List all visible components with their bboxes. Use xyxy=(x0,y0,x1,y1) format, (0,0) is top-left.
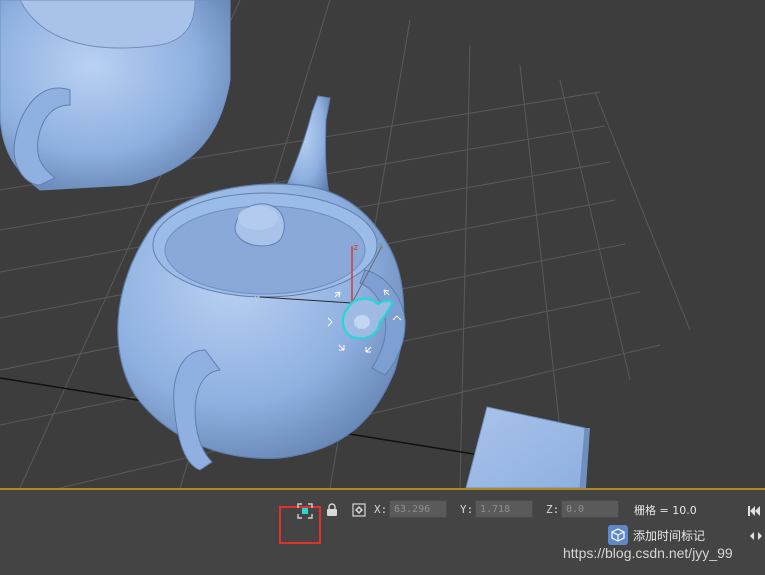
watermark-text: https://blog.csdn.net/jyy_99 xyxy=(563,545,733,561)
absolute-mode-icon[interactable] xyxy=(352,502,366,517)
snap-icon[interactable] xyxy=(297,503,313,519)
viewport-scene: z y x xyxy=(0,0,691,488)
y-coord-field[interactable]: 1.718 xyxy=(475,500,533,518)
z-coord-field[interactable]: 0.0 xyxy=(561,500,619,518)
x-axis-label: x xyxy=(378,241,384,251)
perspective-viewport[interactable]: z y x xyxy=(0,0,765,488)
add-time-tag-button[interactable]: 添加时间标记 xyxy=(633,527,705,544)
y-axis-label: y xyxy=(254,294,260,304)
z-coord-label: Z: xyxy=(546,503,560,516)
x-coord-field[interactable]: 63.296 xyxy=(389,500,447,518)
status-bar: X: 63.296 Y: 1.718 Z: 0.0 栅格 = 10.0 添加时间… xyxy=(0,488,765,575)
grid-spacing-readout: 栅格 = 10.0 xyxy=(634,504,697,517)
x-coord-label: X: xyxy=(374,503,388,516)
y-coord-label: Y: xyxy=(460,503,474,516)
z-axis-label: z xyxy=(353,243,358,253)
key-icon[interactable] xyxy=(608,525,628,545)
go-to-start-icon[interactable] xyxy=(747,502,761,516)
lock-icon[interactable] xyxy=(326,502,338,516)
scroll-arrows-icon[interactable] xyxy=(749,526,763,540)
teapot-back xyxy=(0,0,231,191)
box-object xyxy=(465,406,590,488)
